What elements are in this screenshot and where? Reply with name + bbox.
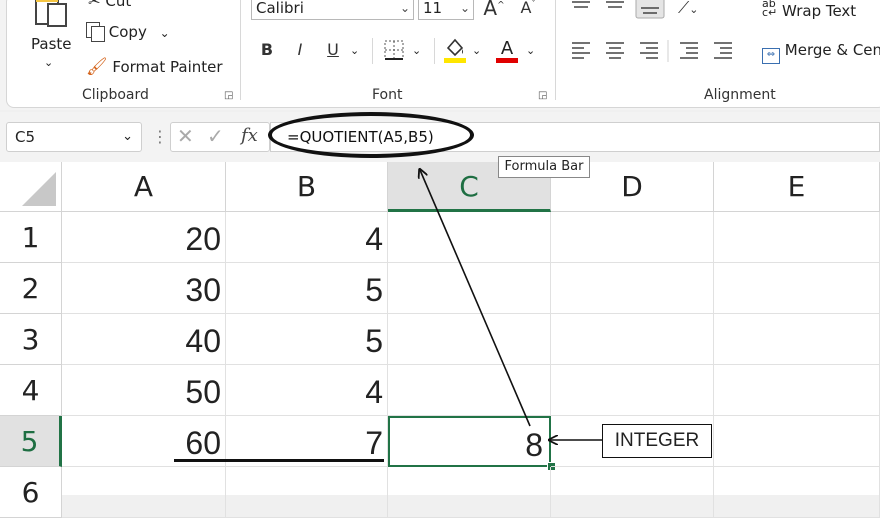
integer-label-box: INTEGER <box>602 424 712 458</box>
arrow-to-formula <box>420 170 531 427</box>
annotation-arrows <box>0 0 603 495</box>
